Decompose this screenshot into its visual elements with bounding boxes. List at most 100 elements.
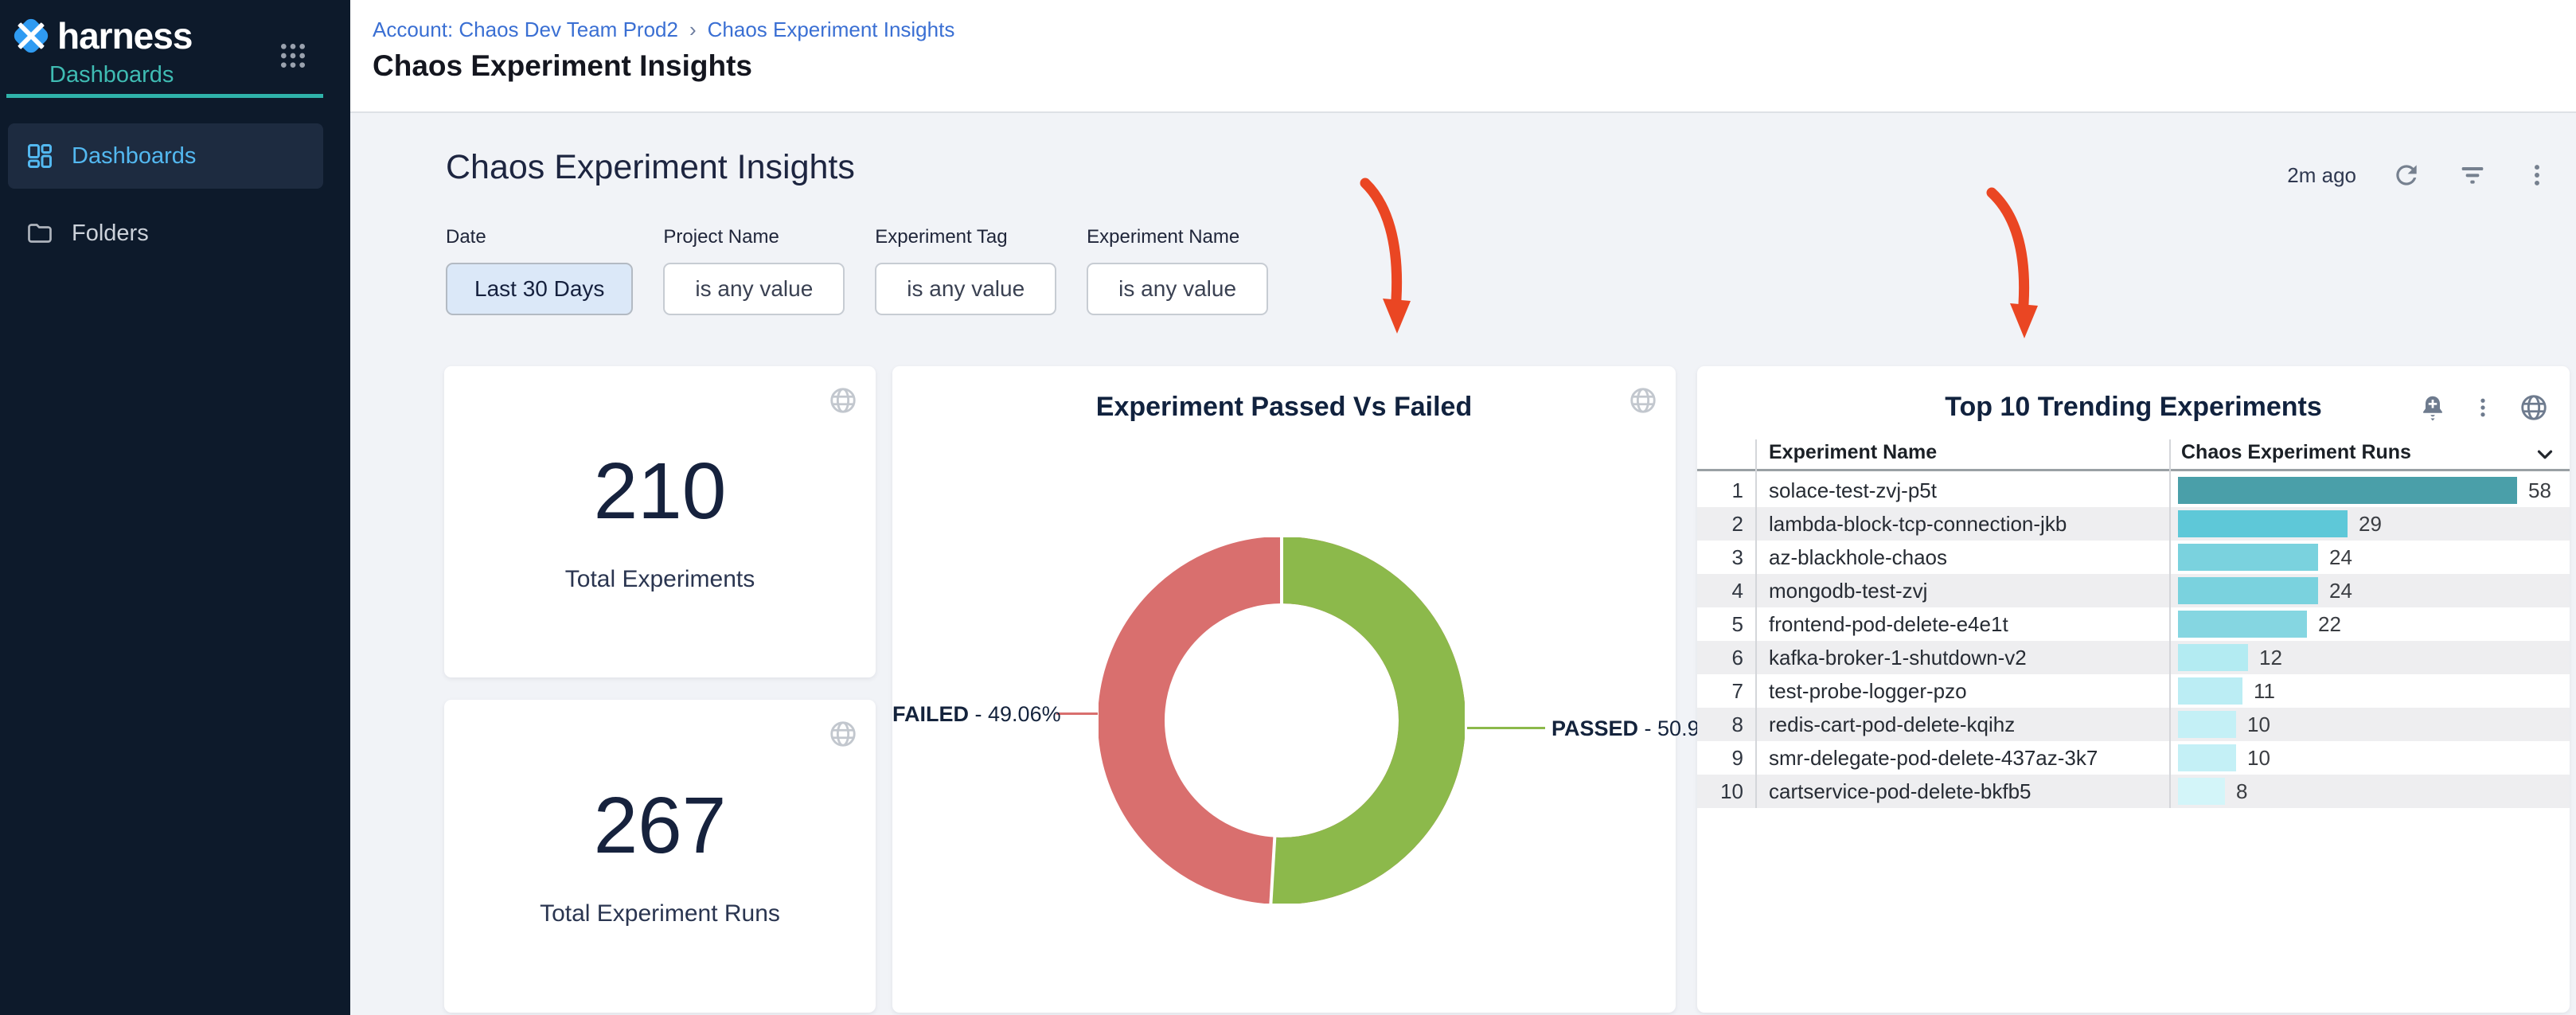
row-rank: 5 (1697, 612, 1743, 637)
row-rank: 3 (1697, 545, 1743, 570)
column-divider (2169, 439, 2171, 808)
runs-value: 12 (2259, 646, 2282, 670)
tile-actions (2418, 392, 2549, 424)
runs-bar[interactable] (2178, 544, 2318, 571)
globe-icon[interactable] (2519, 392, 2549, 423)
top-trending-experiments-card: Top 10 Trending Experiments Experiment N… (1697, 366, 2570, 1013)
runs-bar-cell: 10 (2141, 744, 2570, 771)
kebab-menu-icon[interactable] (2523, 162, 2551, 189)
runs-bar[interactable] (2178, 477, 2517, 504)
column-header-chaos-experiment-runs[interactable]: Chaos Experiment Runs (2181, 441, 2411, 464)
experiment-name-cell[interactable]: redis-cart-pod-delete-kqihz (1743, 712, 2141, 737)
chevron-down-icon[interactable] (2533, 443, 2557, 470)
sidebar-accent-divider (6, 94, 323, 98)
experiment-name-cell[interactable]: mongodb-test-zvj (1743, 579, 2141, 603)
tile-title: Experiment Passed Vs Failed (892, 392, 1676, 423)
dashboard-heading: Chaos Experiment Insights (446, 148, 855, 187)
runs-bar[interactable] (2178, 711, 2236, 738)
project-name-filter-value[interactable]: is any value (663, 263, 845, 315)
runs-value: 10 (2247, 746, 2270, 771)
runs-bar-cell: 24 (2141, 544, 2570, 571)
experiment-name-cell[interactable]: lambda-block-tcp-connection-jkb (1743, 512, 2141, 537)
runs-bar[interactable] (2178, 577, 2318, 604)
table-row[interactable]: 1solace-test-zvj-p5t58 (1697, 474, 2570, 507)
column-divider (1755, 439, 1757, 808)
runs-bar-cell: 10 (2141, 711, 2570, 738)
breadcrumb-current-link[interactable]: Chaos Experiment Insights (708, 18, 955, 42)
sidebar-item-dashboards[interactable]: Dashboards (8, 123, 323, 189)
breadcrumb: Account: Chaos Dev Team Prod2 › Chaos Ex… (373, 18, 954, 42)
donut-chart[interactable] (1099, 537, 1465, 904)
dashboard-icon (25, 142, 54, 170)
filter-experiment-tag: Experiment Tag is any value (875, 226, 1056, 315)
page-title: Chaos Experiment Insights (373, 49, 752, 83)
runs-bar[interactable] (2178, 744, 2236, 771)
globe-icon[interactable] (828, 719, 858, 753)
column-header-experiment-name[interactable]: Experiment Name (1769, 441, 1937, 464)
experiment-name-cell[interactable]: cartservice-pod-delete-bkfb5 (1743, 779, 2141, 804)
table-row[interactable]: 2lambda-block-tcp-connection-jkb29 (1697, 507, 2570, 541)
runs-bar[interactable] (2178, 644, 2248, 671)
table-row[interactable]: 10cartservice-pod-delete-bkfb58 (1697, 775, 2570, 808)
runs-bar-cell: 29 (2141, 510, 2570, 537)
experiment-name-cell[interactable]: solace-test-zvj-p5t (1743, 478, 2141, 503)
row-rank: 2 (1697, 512, 1743, 537)
sidebar-item-folders[interactable]: Folders (8, 201, 323, 266)
experiment-name-cell[interactable]: az-blackhole-chaos (1743, 545, 2141, 570)
experiment-name-cell[interactable]: smr-delegate-pod-delete-437az-3k7 (1743, 746, 2141, 771)
runs-value: 22 (2318, 612, 2341, 637)
table-row[interactable]: 4mongodb-test-zvj24 (1697, 574, 2570, 607)
filter-experiment-name: Experiment Name is any value (1087, 226, 1268, 315)
stat-label: Total Experiment Runs (540, 900, 780, 927)
experiment-name-cell[interactable]: frontend-pod-delete-e4e1t (1743, 612, 2141, 637)
refresh-icon[interactable] (2391, 160, 2422, 190)
table-row[interactable]: 8redis-cart-pod-delete-kqihz10 (1697, 708, 2570, 741)
dashboard-controls: 2m ago (2287, 159, 2551, 191)
globe-icon[interactable] (828, 385, 858, 420)
sidebar-item-label: Dashboards (72, 143, 196, 170)
experiment-tag-filter-value[interactable]: is any value (875, 263, 1056, 315)
table-header-row: Experiment Name Chaos Experiment Runs (1697, 439, 2570, 471)
runs-value: 10 (2247, 712, 2270, 737)
annotation-arrow-table (1964, 172, 2075, 363)
passed-vs-failed-card: Experiment Passed Vs Failed FAILED - 49.… (892, 366, 1676, 1013)
logo-wordmark: harness (57, 14, 192, 57)
row-rank: 9 (1697, 746, 1743, 771)
table-row[interactable]: 6kafka-broker-1-shutdown-v2 12 (1697, 641, 2570, 674)
row-rank: 6 (1697, 646, 1743, 670)
kebab-menu-icon[interactable] (2471, 396, 2495, 420)
alert-bell-icon[interactable] (2418, 392, 2447, 424)
filter-icon[interactable] (2457, 159, 2488, 191)
runs-bar-cell: 12 (2141, 644, 2570, 671)
globe-icon[interactable] (1628, 385, 1658, 420)
date-filter-value[interactable]: Last 30 Days (446, 263, 633, 315)
runs-bar[interactable] (2178, 677, 2242, 705)
table-row[interactable]: 9smr-delegate-pod-delete-437az-3k7 10 (1697, 741, 2570, 775)
sidebar-item-label: Folders (72, 221, 149, 247)
table-row[interactable]: 7test-probe-logger-pzo 11 (1697, 674, 2570, 708)
stat-value: 267 (594, 786, 727, 865)
annotation-arrow-donut (1337, 162, 1449, 353)
sidebar: harness Dashboards Dashboards Folders (0, 0, 350, 1015)
table-row[interactable]: 3az-blackhole-chaos24 (1697, 541, 2570, 574)
runs-bar[interactable] (2178, 778, 2225, 805)
experiment-name-cell[interactable]: kafka-broker-1-shutdown-v2 (1743, 646, 2141, 670)
runs-bar-cell: 24 (2141, 577, 2570, 604)
table-row[interactable]: 5frontend-pod-delete-e4e1t 22 (1697, 607, 2570, 641)
last-refresh-text: 2m ago (2287, 163, 2356, 188)
harness-logo[interactable]: harness (11, 14, 192, 57)
filter-bar: Date Last 30 Days Project Name is any va… (446, 226, 1268, 315)
donut-label-failed: FAILED - 49.06% (892, 702, 1050, 727)
breadcrumb-account-link[interactable]: Account: Chaos Dev Team Prod2 (373, 18, 678, 42)
experiment-name-filter-value[interactable]: is any value (1087, 263, 1268, 315)
filter-label: Experiment Name (1087, 226, 1268, 248)
experiment-name-cell[interactable]: test-probe-logger-pzo (1743, 679, 2141, 704)
app-grid-icon[interactable] (277, 40, 309, 76)
runs-value: 11 (2254, 679, 2275, 704)
row-rank: 1 (1697, 478, 1743, 503)
runs-bar[interactable] (2178, 611, 2307, 638)
row-rank: 7 (1697, 679, 1743, 704)
runs-bar-cell: 11 (2141, 677, 2570, 705)
total-experiments-card: 210 Total Experiments (444, 366, 876, 677)
runs-bar[interactable] (2178, 510, 2348, 537)
